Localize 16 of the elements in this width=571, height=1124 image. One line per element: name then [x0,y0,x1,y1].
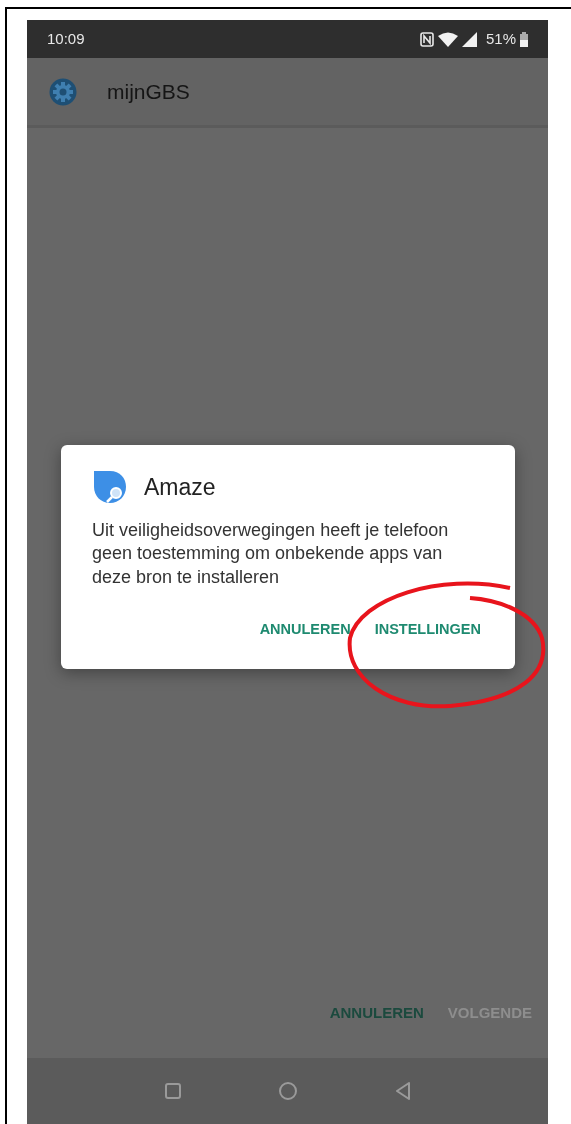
gear-icon[interactable] [49,77,77,106]
dialog-message: Uit veiligheidsoverwegingen heeft je telefoon geen toestemming om onbekende apps van deze bron te installeren [92,519,450,589]
battery-icon [520,31,528,47]
battery-percentage: 51% [485,28,516,49]
app-icon [92,469,128,505]
home-icon[interactable] [278,1082,297,1100]
app-title: mijnGBS [107,78,190,105]
dialog-button[interactable]: INSTELLINGEN [374,613,481,647]
signal-icon [461,31,478,47]
clock-time: 10:09 [47,28,85,49]
dialog-button[interactable]: ANNULEREN [259,613,351,647]
back-icon[interactable] [394,1082,411,1100]
wifi-icon [437,31,458,47]
dialog-title: Amaze [144,472,216,502]
nfc-icon [419,31,434,47]
recents-icon[interactable] [164,1083,181,1099]
